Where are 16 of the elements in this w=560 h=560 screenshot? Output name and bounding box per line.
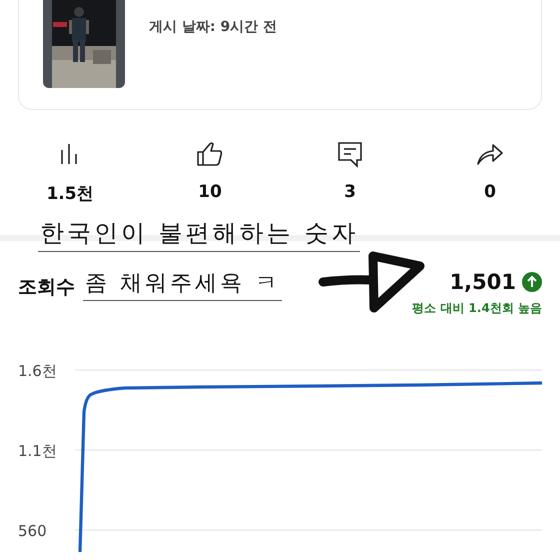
handwritten-note: 좀 채워주세욕 ㅋ xyxy=(83,268,282,301)
handwritten-note: 한국인이 불편해하는 숫자 xyxy=(38,217,360,252)
comparison-text: 평소 대비 1.4천회 높음 xyxy=(412,300,542,317)
stat-value: 3 xyxy=(344,182,356,202)
stat-value: 1.5천 xyxy=(46,183,94,205)
video-card[interactable]: 게시 날짜: 9시간 전 xyxy=(18,0,542,110)
views-label: 조회수 xyxy=(18,275,75,300)
thumbs-up-icon[interactable] xyxy=(196,140,224,168)
axis-label: 560 xyxy=(18,522,47,540)
views-total: 1,501 xyxy=(450,270,516,294)
stat-value: 10 xyxy=(198,182,222,202)
stat-value: 0 xyxy=(484,182,496,202)
axis-label: 1.1천 xyxy=(18,442,57,460)
posted-date: 게시 날짜: 9시간 전 xyxy=(149,18,277,36)
comment-icon[interactable] xyxy=(336,140,364,168)
axis-label: 1.6천 xyxy=(18,362,57,380)
